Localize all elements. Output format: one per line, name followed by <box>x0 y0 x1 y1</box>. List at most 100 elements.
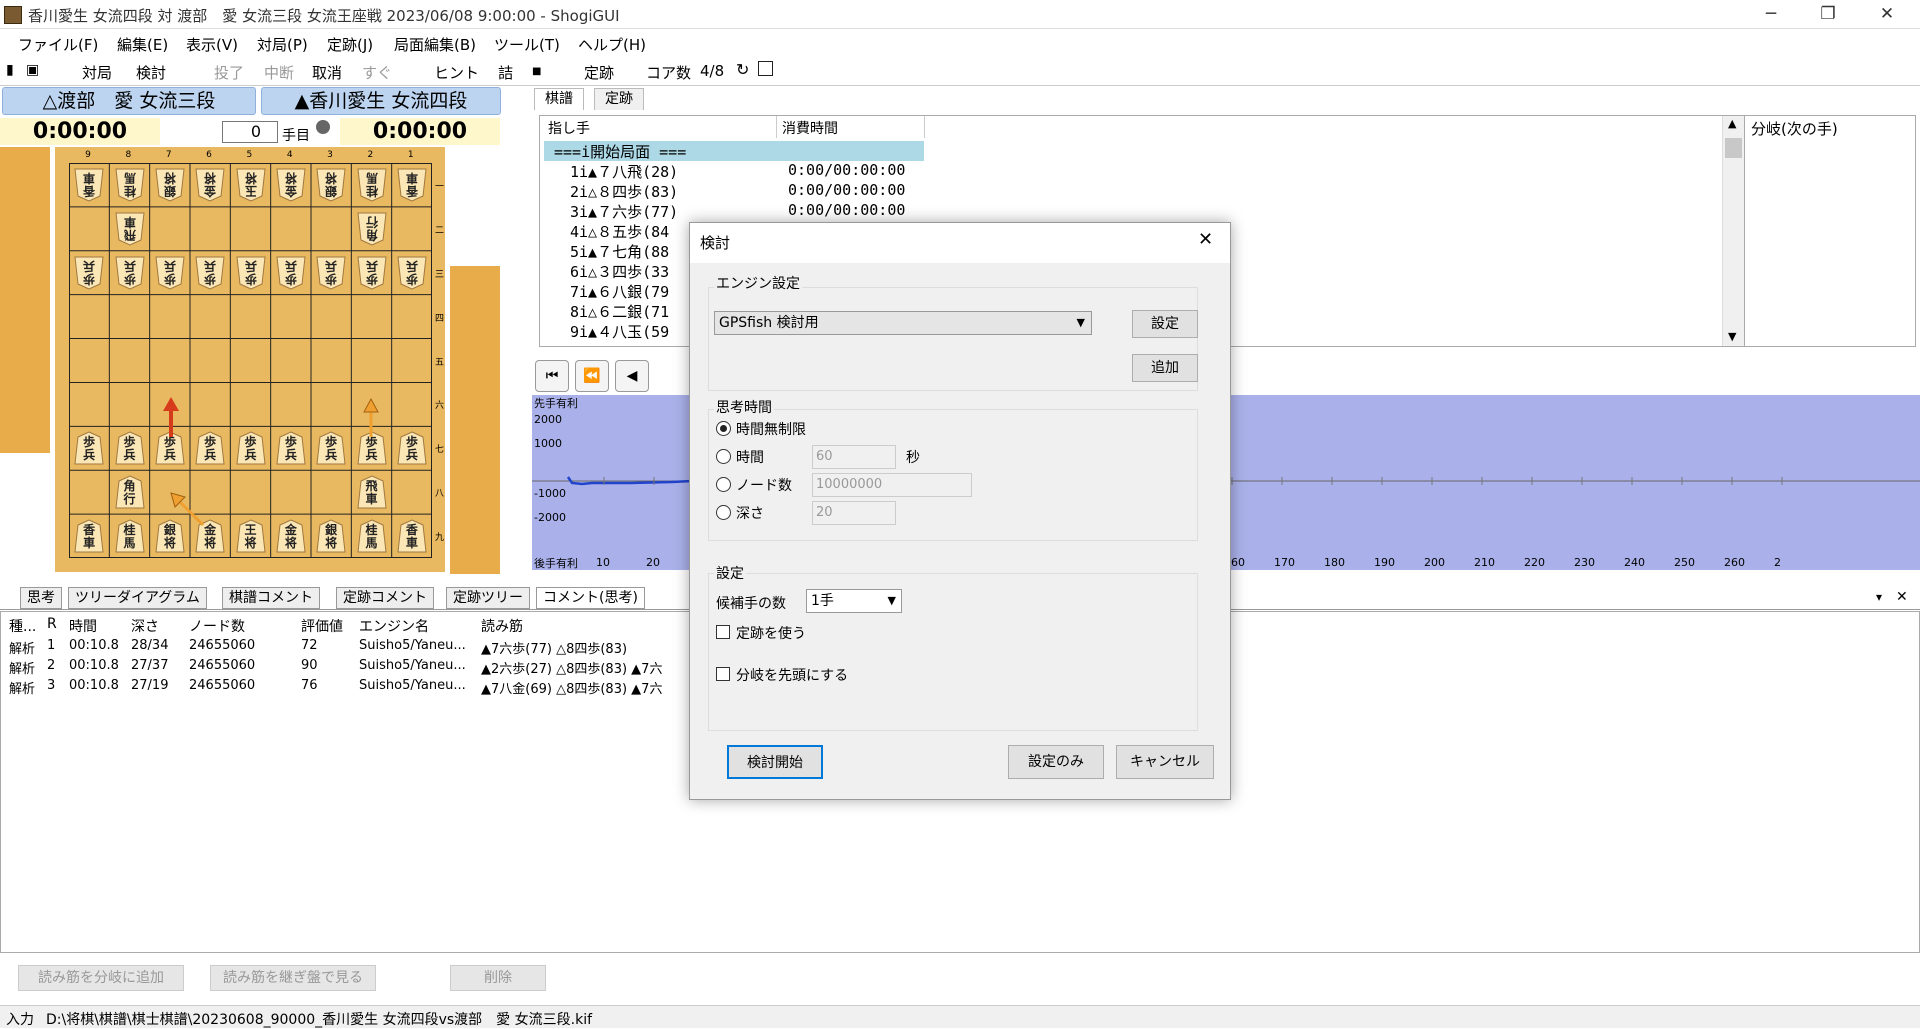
tab-joseki-tree[interactable]: 定跡ツリー <box>446 587 530 609</box>
time-input[interactable]: 60 <box>812 445 896 469</box>
analysis-cell[interactable]: 72 <box>301 638 318 653</box>
shogi-piece[interactable]: 歩 兵 <box>356 256 387 290</box>
kifu-row[interactable]: 4i△８五歩(84 <box>570 221 669 241</box>
shogi-piece[interactable]: 歩 兵 <box>235 256 266 290</box>
analysis-cell[interactable]: 76 <box>301 678 318 693</box>
tab-comment-thinking[interactable]: コメント(思考) <box>536 587 645 609</box>
hint-button[interactable]: ヒント <box>434 62 479 83</box>
checkbox-icon[interactable] <box>758 61 773 76</box>
shogi-piece[interactable]: 歩 兵 <box>74 431 104 465</box>
kifu-row[interactable]: 6i△３四歩(33 <box>570 261 669 281</box>
settings-only-button[interactable]: 設定のみ <box>1008 745 1104 779</box>
analysis-cell[interactable]: 24655060 <box>189 678 255 693</box>
analysis-cell[interactable]: 解析 <box>9 658 35 677</box>
kifu-row[interactable]: 1i▲７八飛(28) <box>570 161 678 181</box>
shogi-piece[interactable]: 金 将 <box>195 168 225 202</box>
kifu-start-row[interactable]: ===i開始局面 === <box>544 141 924 161</box>
shogi-piece[interactable]: 玉 将 <box>235 168 266 202</box>
analysis-cell[interactable]: 00:10.8 <box>69 638 119 653</box>
analysis-cell[interactable]: 2 <box>47 658 55 673</box>
engine-select[interactable]: GPSfish 検討用 ▼ <box>714 311 1092 335</box>
menu-edit[interactable]: 編集(E) <box>117 34 168 55</box>
shogi-piece[interactable]: 香 車 <box>74 519 104 553</box>
view-on-board-button[interactable]: 読み筋を継ぎ盤で見る <box>210 965 376 991</box>
kifu-row[interactable]: 3i▲７六歩(77) <box>570 201 678 221</box>
shogi-piece[interactable]: 金 将 <box>276 168 306 202</box>
start-analysis-button[interactable]: 検討開始 <box>727 745 823 779</box>
radio-depth[interactable] <box>716 505 731 520</box>
shogi-piece[interactable]: 歩 兵 <box>397 256 427 290</box>
close-pane-icon[interactable]: ✕ <box>1896 589 1908 605</box>
analysis-cell[interactable]: 3 <box>47 678 55 693</box>
analysis-cell[interactable]: 解析 <box>9 678 35 697</box>
scroll-down-icon[interactable]: ▼ <box>1728 330 1736 343</box>
analysis-cell[interactable]: Suisho5/Yaneu... <box>359 638 466 653</box>
shogi-piece[interactable]: 銀 将 <box>316 168 346 202</box>
analysis-cell[interactable]: 00:10.8 <box>69 658 119 673</box>
analysis-cell[interactable]: 27/37 <box>131 658 168 673</box>
shogi-piece[interactable]: 王 将 <box>235 519 266 553</box>
branch-pane[interactable]: 分岐(次の手) <box>1744 115 1916 347</box>
menu-view[interactable]: 表示(V) <box>186 34 238 55</box>
shogi-piece[interactable]: 金 将 <box>195 519 225 553</box>
shogi-piece[interactable]: 歩 兵 <box>195 256 225 290</box>
shogi-piece[interactable]: 香 車 <box>74 168 104 202</box>
tab-thinking[interactable]: 思考 <box>20 587 62 609</box>
radio-nodes[interactable] <box>716 477 731 492</box>
dialog-close-icon[interactable]: ✕ <box>1198 229 1213 250</box>
radio-time[interactable] <box>716 449 731 464</box>
stop-icon[interactable]: ■ <box>532 66 541 77</box>
shogi-piece[interactable]: 歩 兵 <box>114 431 145 465</box>
menu-file[interactable]: ファイル(F) <box>18 34 98 55</box>
undo-button[interactable]: 取消 <box>312 62 342 83</box>
shogi-piece[interactable]: 歩 兵 <box>316 431 346 465</box>
menu-board-edit[interactable]: 局面編集(B) <box>394 34 476 55</box>
tab-kifu-comment[interactable]: 棋譜コメント <box>222 587 320 609</box>
menu-joseki[interactable]: 定跡(J) <box>327 34 373 55</box>
shogi-piece[interactable]: 飛 車 <box>114 212 145 246</box>
interrupt-button[interactable]: 中断 <box>264 62 294 83</box>
first-move-button[interactable]: ⏮ <box>535 360 569 392</box>
shogi-piece[interactable]: 飛 車 <box>356 475 387 509</box>
kifu-row[interactable]: 8i△６二銀(71 <box>570 301 669 321</box>
rotate-icon[interactable]: ↻ <box>736 60 749 79</box>
menu-game[interactable]: 対局(P) <box>257 34 308 55</box>
scroll-up-icon[interactable]: ▲ <box>1728 117 1736 130</box>
shogi-piece[interactable]: 桂 馬 <box>356 168 387 202</box>
shogi-piece[interactable]: 角 行 <box>114 475 145 509</box>
shogi-piece[interactable]: 歩 兵 <box>195 431 225 465</box>
save-icon[interactable]: ▣ <box>26 62 39 78</box>
analysis-cell[interactable]: Suisho5/Yaneu... <box>359 658 466 673</box>
kentou-button[interactable]: 検討 <box>136 62 166 83</box>
shogi-piece[interactable]: 歩 兵 <box>114 256 145 290</box>
delete-button[interactable]: 削除 <box>450 965 546 991</box>
back-one-button[interactable]: ◀ <box>615 360 649 392</box>
close-button[interactable]: ✕ <box>1864 0 1910 29</box>
tsume-button[interactable]: 詰 <box>498 62 513 83</box>
move-now-button[interactable]: すぐ <box>362 62 392 83</box>
taikyoku-button[interactable]: 対局 <box>82 62 112 83</box>
shogi-piece[interactable]: 歩 兵 <box>155 256 185 290</box>
analysis-cell[interactable]: ▲7六歩(77) △8四歩(83) <box>481 638 627 657</box>
radio-unlimited[interactable] <box>716 421 731 436</box>
analysis-cell[interactable]: 解析 <box>9 638 35 657</box>
engine-add-button[interactable]: 追加 <box>1132 354 1198 382</box>
shogi-piece[interactable]: 歩 兵 <box>316 256 346 290</box>
kifu-row[interactable]: 7i▲６八銀(79 <box>570 281 669 301</box>
tab-joseki-comment[interactable]: 定跡コメント <box>336 587 434 609</box>
shogi-piece[interactable]: 銀 将 <box>155 519 185 553</box>
kifu-row[interactable]: 5i▲７七角(88 <box>570 241 669 261</box>
shogi-piece[interactable]: 桂 馬 <box>114 168 145 202</box>
joseki-button[interactable]: 定跡 <box>584 62 614 83</box>
back-many-button[interactable]: ⏪ <box>575 360 609 392</box>
dropdown-icon[interactable]: ▾ <box>1876 590 1882 604</box>
tab-kifu[interactable]: 棋譜 <box>534 88 584 110</box>
new-icon[interactable]: ▮ <box>6 62 14 78</box>
kifu-row[interactable]: 2i△８四歩(83) <box>570 181 678 201</box>
analysis-cell[interactable]: ▲2六歩(27) △8四歩(83) ▲7六 <box>481 658 662 677</box>
tab-tree-diagram[interactable]: ツリーダイアグラム <box>68 587 207 609</box>
add-to-branch-button[interactable]: 読み筋を分岐に追加 <box>18 965 184 991</box>
shogi-piece[interactable]: 銀 将 <box>155 168 185 202</box>
kifu-scrollbar[interactable]: ▲ ▼ <box>1722 116 1744 346</box>
scroll-thumb[interactable] <box>1725 138 1742 158</box>
